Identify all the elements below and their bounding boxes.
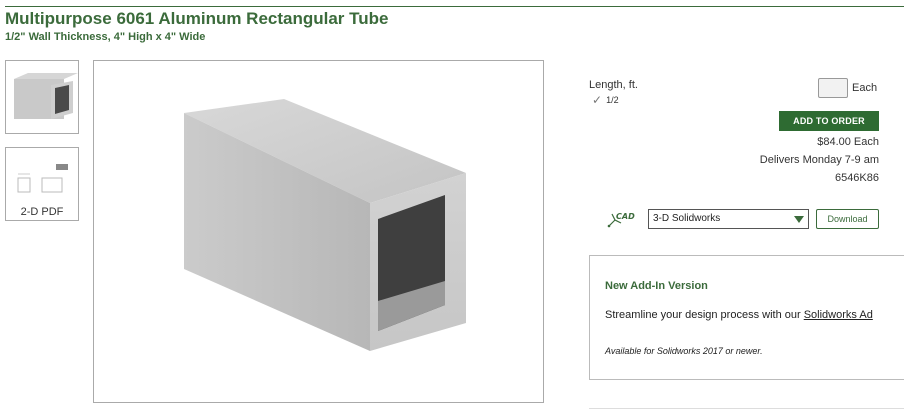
- addin-text-prefix: Streamline your design process with our: [605, 309, 804, 321]
- each-label: Each: [852, 82, 878, 94]
- length-value-text: 1/2: [606, 95, 619, 105]
- thumbnail-product-image[interactable]: [5, 60, 79, 134]
- length-label: Length, ft.: [589, 79, 638, 91]
- addin-info-box: New Add-In Version Streamline your desig…: [589, 255, 904, 380]
- addin-description: Streamline your design process with our …: [605, 309, 873, 321]
- cad-format-select[interactable]: 3-D Solidworks: [648, 209, 809, 229]
- aluminum-tube-image: [184, 99, 466, 351]
- product-title: Multipurpose 6061 Aluminum Rectangular T…: [5, 9, 389, 28]
- cad-icon: CAD: [606, 208, 638, 230]
- header-divider: [5, 6, 904, 7]
- add-to-order-button[interactable]: ADD TO ORDER: [779, 111, 879, 131]
- part-number: 6546K86: [834, 172, 879, 184]
- price-text: $84.00 Each: [817, 136, 879, 148]
- download-button[interactable]: Download: [816, 209, 879, 229]
- cad-format-value: 3-D Solidworks: [653, 213, 721, 224]
- product-subtitle: 1/2" Wall Thickness, 4" High x 4" Wide: [5, 31, 206, 43]
- delivery-text: Delivers Monday 7-9 am: [759, 154, 879, 166]
- addin-compatibility-note: Available for Solidworks 2017 or newer.: [605, 346, 763, 356]
- checkmark-icon: ✓: [592, 93, 603, 107]
- solidworks-addin-link[interactable]: Solidworks Ad: [804, 309, 873, 321]
- section-divider: [589, 408, 904, 409]
- main-product-image: [93, 60, 544, 403]
- dropdown-arrow-icon: [794, 216, 804, 223]
- tube-thumbnail-icon: [14, 73, 78, 119]
- cad-icon-label: CAD: [616, 212, 635, 221]
- drawing-thumbnail-icon: [17, 164, 68, 193]
- addin-title: New Add-In Version: [605, 280, 708, 292]
- length-option[interactable]: ✓ 1/2: [592, 93, 619, 107]
- quantity-input[interactable]: [818, 78, 848, 98]
- thumbnail-pdf-label: 2-D PDF: [20, 206, 64, 218]
- thumbnail-2d-pdf[interactable]: 2-D PDF: [5, 147, 79, 221]
